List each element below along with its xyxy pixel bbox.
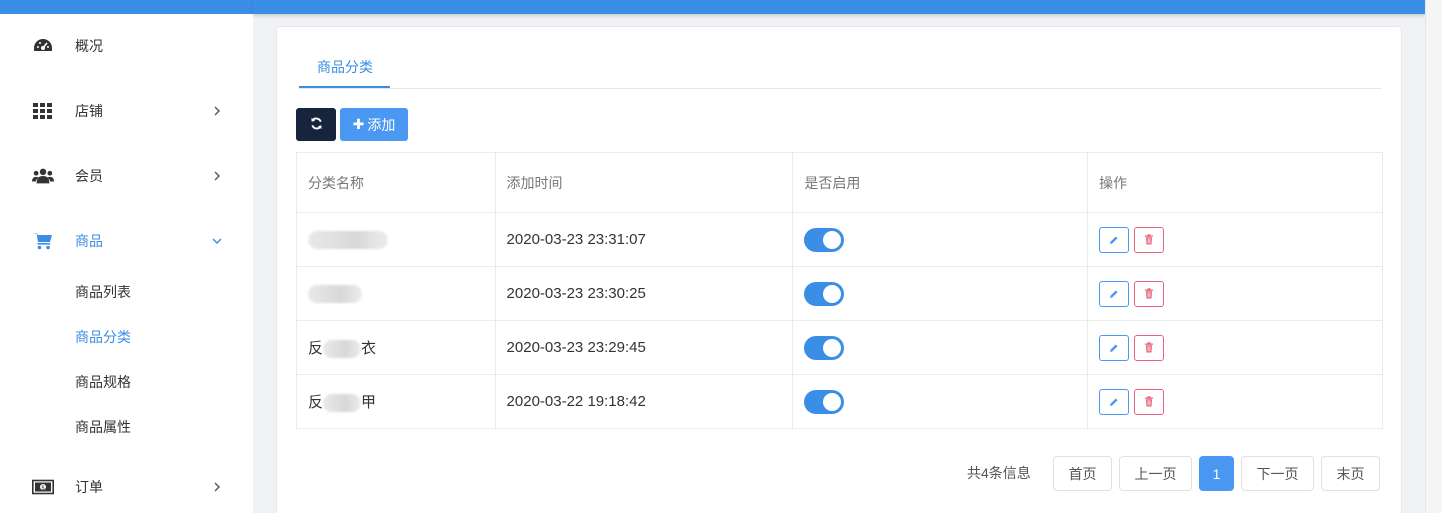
actions-cell xyxy=(1087,320,1383,375)
table-row: 反衣 2020-03-23 23:29:45 xyxy=(296,320,1383,375)
add-button-label: 添加 xyxy=(367,116,396,133)
time-cell: 2020-03-23 23:29:45 xyxy=(494,320,794,375)
delete-button[interactable] xyxy=(1134,388,1165,415)
dashboard-icon xyxy=(32,35,54,57)
add-button[interactable]: ✚ 添加 xyxy=(340,108,408,141)
table-header-time: 添加时间 xyxy=(494,152,794,213)
sidebar-item-label: 订单 xyxy=(75,479,103,495)
chevron-right-icon xyxy=(212,106,222,116)
pagination-total: 共4条信息 xyxy=(967,465,1031,481)
table-header-row: 分类名称 添加时间 是否启用 操作 xyxy=(296,152,1383,213)
chevron-right-icon xyxy=(212,482,222,492)
actions-cell xyxy=(1087,212,1383,267)
table-header-name: 分类名称 xyxy=(296,152,496,213)
pencil-icon xyxy=(1110,344,1118,352)
actions-cell xyxy=(1087,266,1383,321)
sidebar: 概况 店铺 会员 商品 商品列表 商品分类 商品规格 商品属性 $ 订单 xyxy=(0,0,253,513)
category-name-suffix: 甲 xyxy=(361,393,377,411)
pagination-page[interactable]: 1 xyxy=(1199,456,1234,491)
sidebar-subitem-goods-attr[interactable]: 商品属性 xyxy=(75,417,131,437)
svg-text:$: $ xyxy=(41,484,45,491)
sidebar-top-bar xyxy=(0,0,253,14)
time-cell: 2020-03-22 19:18:42 xyxy=(494,374,794,429)
tab-goods-category[interactable]: 商品分类 xyxy=(299,57,391,89)
pagination-prev[interactable]: 上一页 xyxy=(1119,456,1192,491)
redacted-text xyxy=(323,340,362,359)
redacted-text xyxy=(323,394,362,413)
time-cell: 2020-03-23 23:31:07 xyxy=(494,212,794,267)
users-icon xyxy=(32,165,54,187)
refresh-button[interactable] xyxy=(296,108,336,141)
sidebar-item-label: 商品 xyxy=(75,233,103,249)
chevron-right-icon xyxy=(212,171,222,181)
table-row: 反甲 2020-03-22 19:18:42 xyxy=(296,374,1383,429)
enabled-cell xyxy=(792,374,1089,429)
edit-button[interactable] xyxy=(1099,334,1130,361)
pagination-last[interactable]: 末页 xyxy=(1321,456,1380,491)
trash-icon xyxy=(1145,342,1154,353)
trash-icon xyxy=(1145,396,1154,407)
pencil-icon xyxy=(1110,236,1118,244)
category-table: 分类名称 添加时间 是否启用 操作 2020-03-23 23:31:07 20… xyxy=(296,152,1383,429)
cart-icon xyxy=(32,230,54,252)
sidebar-subitem-goods-spec[interactable]: 商品规格 xyxy=(75,372,131,392)
pagination-first[interactable]: 首页 xyxy=(1053,456,1112,491)
redacted-text xyxy=(308,230,388,249)
table-header-actions: 操作 xyxy=(1087,152,1383,213)
actions-cell xyxy=(1087,374,1383,429)
enabled-cell xyxy=(792,266,1089,321)
edit-button[interactable] xyxy=(1099,226,1130,253)
pencil-icon xyxy=(1110,398,1118,406)
pagination-next[interactable]: 下一页 xyxy=(1241,456,1314,491)
refresh-icon xyxy=(310,117,323,133)
sidebar-item-shop[interactable]: 店铺 xyxy=(0,91,253,131)
category-name-prefix: 反 xyxy=(308,339,324,357)
enabled-toggle[interactable] xyxy=(804,227,845,252)
category-name-cell: 反甲 xyxy=(296,374,496,429)
table-row: 2020-03-23 23:30:25 xyxy=(296,266,1383,321)
sidebar-item-label: 概况 xyxy=(75,38,103,54)
sidebar-subitem-goods-list[interactable]: 商品列表 xyxy=(75,282,131,302)
enabled-toggle[interactable] xyxy=(804,281,845,306)
enabled-cell xyxy=(792,212,1089,267)
category-name-suffix: 衣 xyxy=(361,339,377,357)
sidebar-item-orders[interactable]: $ 订单 xyxy=(0,467,253,507)
trash-icon xyxy=(1145,288,1154,299)
time-cell: 2020-03-23 23:30:25 xyxy=(494,266,794,321)
scrollbar[interactable] xyxy=(1425,0,1442,513)
delete-button[interactable] xyxy=(1134,226,1165,253)
money-icon: $ xyxy=(32,476,54,498)
pencil-icon xyxy=(1110,290,1118,298)
category-name-prefix: 反 xyxy=(308,393,324,411)
tab-divider xyxy=(299,88,1381,89)
edit-button[interactable] xyxy=(1099,388,1130,415)
header-bar xyxy=(253,0,1425,14)
category-name-cell: 反衣 xyxy=(296,320,496,375)
enabled-toggle[interactable] xyxy=(804,335,845,360)
sidebar-item-label: 会员 xyxy=(75,168,103,184)
chevron-down-icon xyxy=(212,236,222,246)
sidebar-subitem-goods-category[interactable]: 商品分类 xyxy=(75,327,131,347)
sidebar-item-members[interactable]: 会员 xyxy=(0,156,253,196)
enabled-cell xyxy=(792,320,1089,375)
enabled-toggle[interactable] xyxy=(804,389,845,414)
grid-icon xyxy=(32,100,54,122)
sidebar-item-overview[interactable]: 概况 xyxy=(0,26,253,66)
category-name-cell xyxy=(296,266,496,321)
table-row: 2020-03-23 23:31:07 xyxy=(296,212,1383,267)
plus-icon: ✚ xyxy=(352,116,365,132)
main-card: 商品分类 ✚ 添加 分类名称 添加时间 是否启用 操作 2020-03-23 2… xyxy=(276,26,1402,513)
table-header-enabled: 是否启用 xyxy=(792,152,1089,213)
trash-icon xyxy=(1145,234,1154,245)
category-name-cell xyxy=(296,212,496,267)
sidebar-item-goods[interactable]: 商品 xyxy=(0,221,253,261)
redacted-text xyxy=(308,284,362,303)
edit-button[interactable] xyxy=(1099,280,1130,307)
delete-button[interactable] xyxy=(1134,334,1165,361)
sidebar-item-label: 店铺 xyxy=(75,103,103,119)
delete-button[interactable] xyxy=(1134,280,1165,307)
